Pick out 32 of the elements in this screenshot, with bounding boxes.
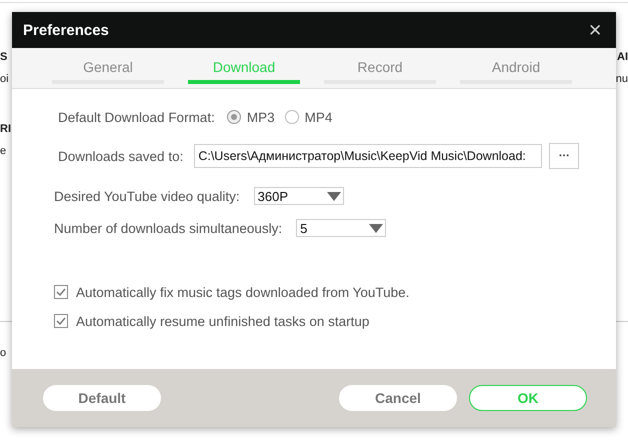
background-text: nu bbox=[616, 72, 628, 87]
radio-button[interactable] bbox=[226, 110, 241, 124]
background-text: e bbox=[0, 144, 6, 159]
checkbox-label: Automatically fix music tags downloaded from YouTube. bbox=[76, 284, 410, 300]
dropdown-caret-icon bbox=[369, 224, 384, 232]
tab[interactable]: Record bbox=[324, 48, 436, 88]
field-label: Default Download Format: bbox=[58, 110, 215, 124]
background-text: S bbox=[0, 50, 8, 65]
browse-button[interactable]: ··· bbox=[549, 143, 580, 169]
dropdown-caret-icon bbox=[326, 192, 341, 200]
field-label: Desired YouTube video quality: bbox=[54, 188, 240, 204]
close-button[interactable]: ✕ bbox=[588, 20, 602, 40]
background-text: RI bbox=[0, 122, 11, 137]
dialog-button[interactable]: Cancel bbox=[339, 385, 457, 411]
tab[interactable]: Android bbox=[460, 48, 572, 88]
window-title: Preferences bbox=[23, 22, 109, 38]
background-text: oi bbox=[0, 72, 9, 87]
path-field[interactable]: C:\Users\Администратор\Music\KeepVid Music\Download: bbox=[194, 144, 542, 168]
radio-label: MP4 bbox=[304, 110, 332, 124]
background-text: o bbox=[0, 346, 6, 361]
radio-label: MP3 bbox=[246, 110, 275, 124]
checkbox[interactable] bbox=[54, 285, 68, 299]
background-text: AI bbox=[617, 50, 628, 65]
field-label: Number of downloads simultaneously: bbox=[54, 220, 282, 236]
tab[interactable]: General bbox=[52, 48, 164, 88]
quality-dropdown[interactable]: 360P bbox=[254, 187, 344, 205]
field-label: Downloads saved to: bbox=[58, 148, 184, 164]
checkbox-label: Automatically resume unfinished tasks on startup bbox=[76, 314, 370, 328]
downloads-dropdown[interactable]: 5 bbox=[296, 219, 386, 237]
radio-button[interactable] bbox=[284, 110, 299, 124]
checkbox[interactable] bbox=[54, 314, 68, 328]
dialog-button[interactable]: Default bbox=[43, 385, 161, 411]
